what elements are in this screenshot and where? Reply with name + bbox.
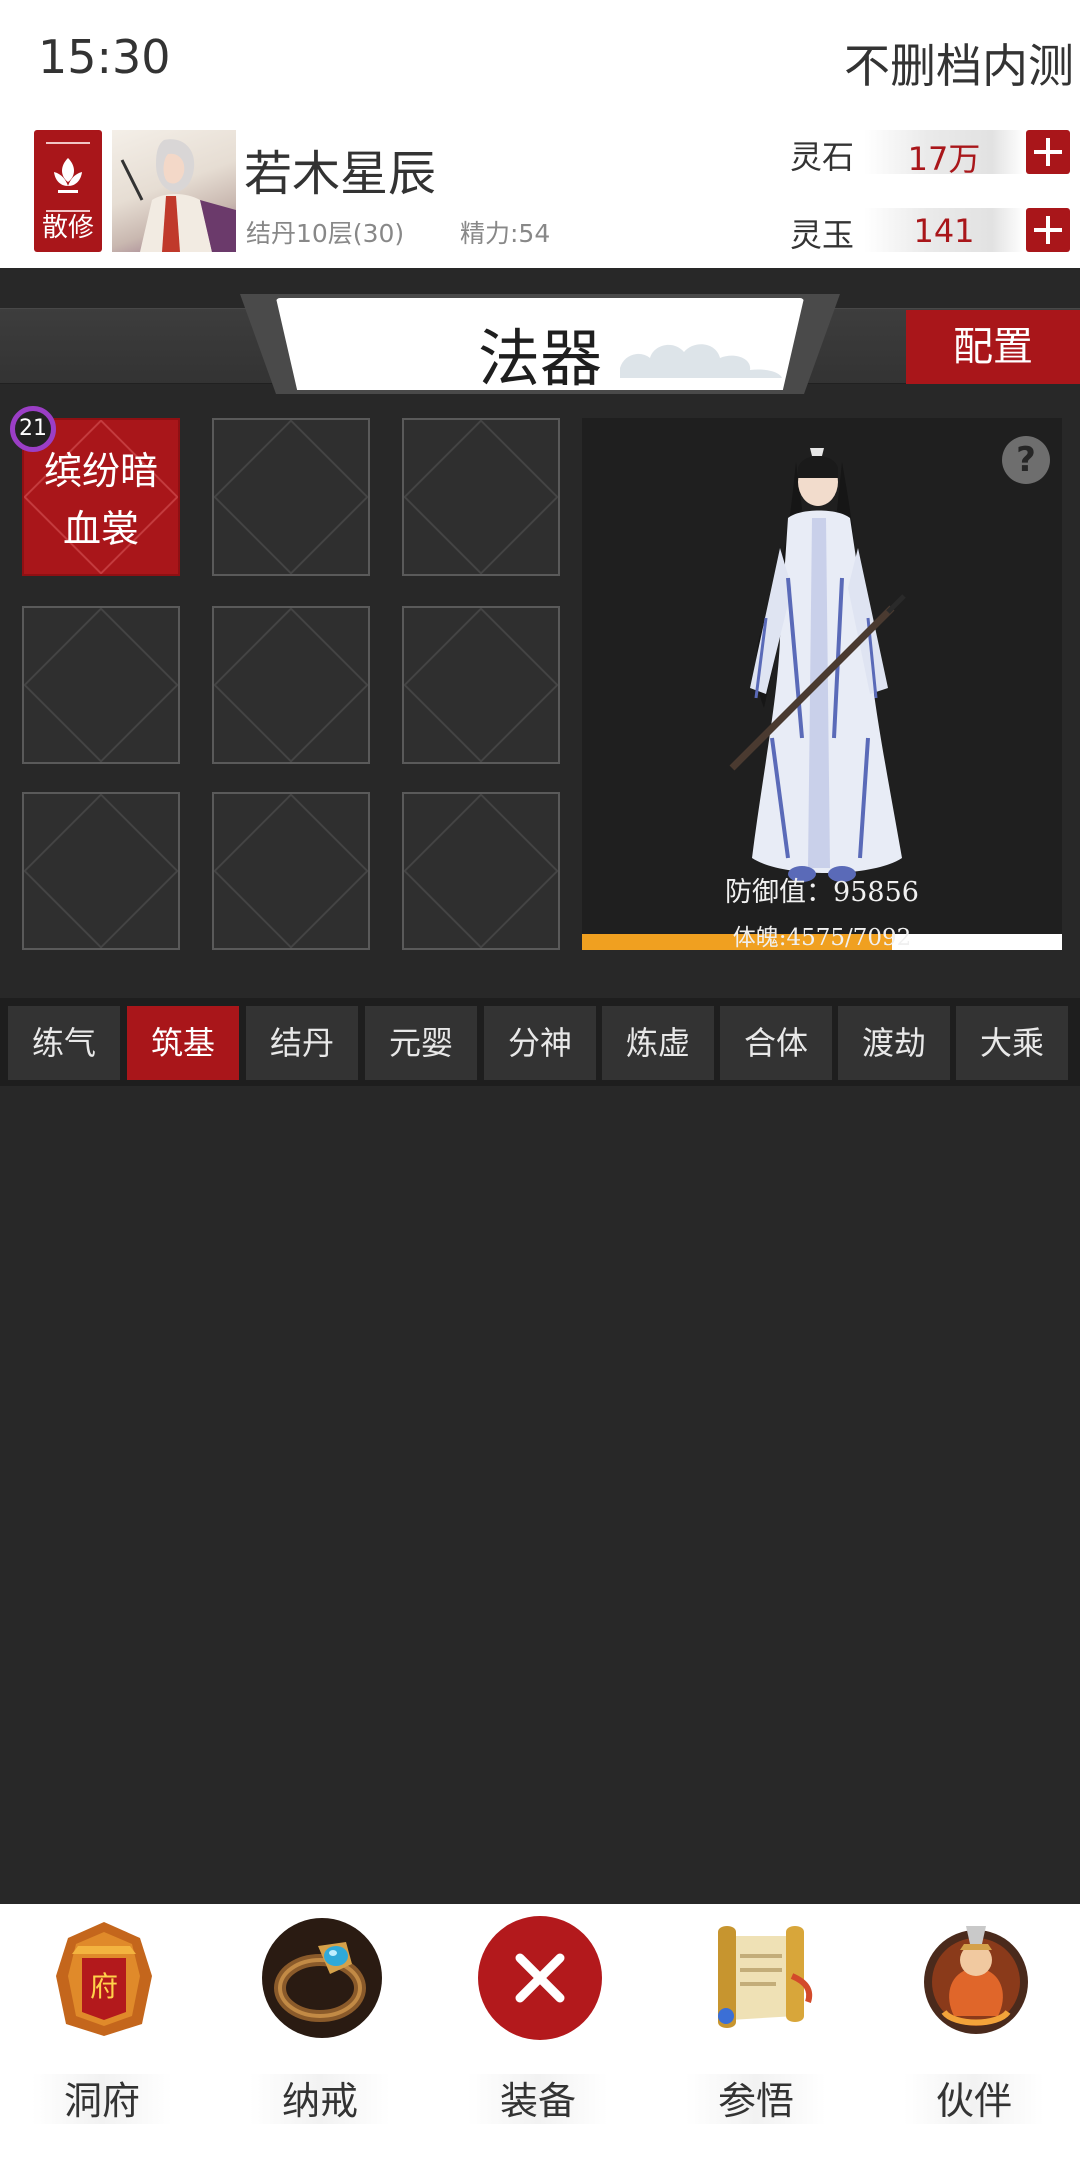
equipment-slot[interactable] [212,418,370,576]
title-plate: 法器 [240,294,840,395]
item-name: 缤纷暗血裳 [43,449,158,551]
character-figure-icon [729,448,906,882]
header: 15:30 不删档内测 散修 若木星辰 结丹10层(30) 精力:54 灵石 1… [0,0,1080,268]
equipment-slot[interactable] [212,792,370,950]
defense-value: 防御值：95856 [725,877,919,908]
slot-frame-icon [404,608,558,762]
tab-realm[interactable]: 筑基 [127,1006,239,1080]
companion-icon [924,1926,1028,2034]
cave-mansion-icon: 府 [56,1922,152,2036]
nav-label: 伙伴 [935,2079,1012,2123]
slot-frame-icon [24,608,178,762]
equipment-slot[interactable] [402,606,560,764]
server-label: 不删档内测 [844,39,1074,93]
currency-spirit-stone: 灵石 17万 [786,128,1076,178]
nav-companion[interactable]: 伙伴 [894,1916,1054,2146]
app-root: 15:30 不删档内测 散修 若木星辰 结丹10层(30) 精力:54 灵石 1… [0,0,1080,2160]
help-icon[interactable]: ? [1002,436,1050,484]
currency-label: 灵石 [790,138,855,176]
player-level: 结丹10层(30) [246,219,405,248]
equipment-slot[interactable] [212,606,370,764]
item-level-badge: 21 [10,406,56,452]
bottom-nav: 府 洞府 纳戒 装备 参悟 伙伴 [0,1904,1080,2160]
tab-realm[interactable]: 大乘 [956,1006,1068,1080]
realm-tabs: 练气 筑基 结丹 元婴 分神 炼虚 合体 渡劫 大乘 [0,998,1080,1086]
storage-ring-icon [262,1918,382,2038]
tab-realm[interactable]: 元婴 [365,1006,477,1080]
tab-realm[interactable]: 炼虚 [602,1006,714,1080]
slot-frame-icon [214,608,368,762]
config-button[interactable]: 配置 [906,310,1080,384]
add-spirit-jade-button[interactable] [1026,208,1070,252]
equipment-slot[interactable] [22,606,180,764]
character-preview: ? 防御值：95856 体魄:4575/7092 [582,418,1062,950]
nav-comprehend[interactable]: 参悟 [676,1916,836,2146]
tab-realm[interactable]: 渡劫 [838,1006,950,1080]
avatar[interactable] [112,130,236,252]
badge-divider [46,142,90,144]
equipment-slot[interactable] [22,792,180,950]
nav-cave-mansion[interactable]: 府 洞府 [22,1916,182,2146]
nav-label: 参悟 [717,2079,794,2123]
tab-realm[interactable]: 结丹 [246,1006,358,1080]
currency-value: 17万 [907,140,981,178]
equipment-slot[interactable] [402,418,560,576]
close-icon [478,1916,602,2040]
currency-value: 141 [913,212,975,250]
sect-label: 散修 [41,213,94,243]
sect-badge[interactable]: 散修 [34,130,102,252]
player-name: 若木星辰 [244,146,437,202]
status-time: 15:30 [38,30,171,84]
svg-text:府: 府 [90,1970,118,2003]
tab-realm[interactable]: 合体 [720,1006,832,1080]
nav-equipment[interactable]: 装备 [458,1916,618,2146]
slot-frame-icon [214,420,368,574]
slot-frame-icon [214,794,368,948]
hp-value: 体魄:4575/7092 [732,925,912,950]
tab-realm[interactable]: 练气 [8,1006,120,1080]
nav-label: 装备 [499,2079,576,2123]
page-title: 法器 [477,322,602,395]
equipment-slot[interactable] [402,792,560,950]
nav-label: 洞府 [63,2079,140,2123]
currency-spirit-jade: 灵玉 141 [786,206,1076,256]
slot-frame-icon [24,794,178,948]
player-energy: 精力:54 [460,219,551,248]
lotus-icon [54,158,82,193]
currency-label: 灵玉 [790,216,855,254]
tab-realm[interactable]: 分神 [484,1006,596,1080]
slot-frame-icon [404,420,558,574]
nav-label: 纳戒 [281,2079,358,2123]
scroll-icon [718,1926,813,2028]
character-portrait-icon [120,139,236,252]
nav-storage-ring[interactable]: 纳戒 [240,1916,400,2146]
add-spirit-stone-button[interactable] [1026,130,1070,174]
slot-frame-icon [404,794,558,948]
